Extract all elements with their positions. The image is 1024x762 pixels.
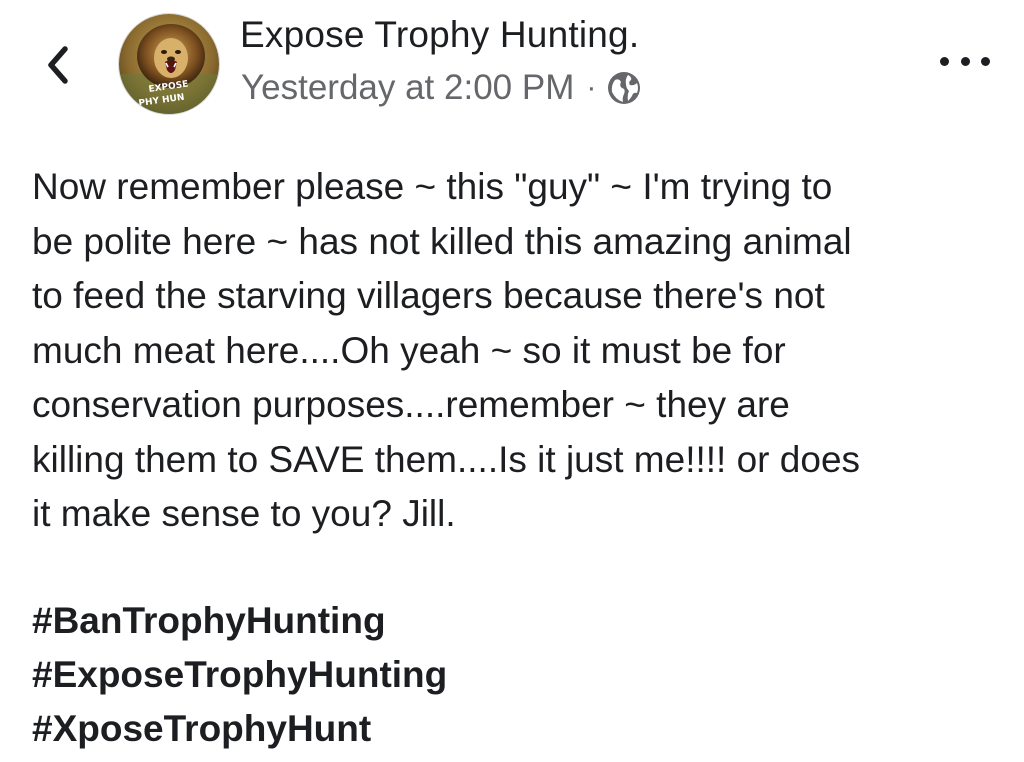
back-button[interactable] bbox=[38, 40, 78, 90]
lion-logo: EXPOSE PHY HUN bbox=[119, 14, 219, 114]
post-text-line: killing them to SAVE them....Is it just … bbox=[32, 438, 861, 480]
post-text-line: to feed the starving villagers because t… bbox=[32, 275, 825, 316]
more-horizontal-icon-dot bbox=[960, 56, 970, 66]
meta-separator: · bbox=[586, 71, 597, 104]
avatar[interactable]: EXPOSE PHY HUN bbox=[118, 13, 220, 115]
post-meta: Yesterday at 2:00 PM · bbox=[241, 68, 642, 108]
author-name[interactable]: Expose Trophy Hunting. bbox=[240, 14, 639, 56]
post-text: Now remember please ~ this "guy" ~ I'm t… bbox=[32, 160, 1002, 542]
post-text-line: it make sense to you? Jill. bbox=[32, 493, 456, 534]
hashtag-link[interactable]: #ExposeTrophyHunting bbox=[32, 648, 447, 702]
post-text-line: be polite here ~ has not killed this ama… bbox=[32, 220, 852, 262]
globe-icon[interactable] bbox=[606, 70, 642, 106]
chevron-left-icon bbox=[48, 46, 68, 84]
post-text-line: Now remember please ~ this "guy" ~ I'm t… bbox=[32, 166, 833, 207]
facebook-post: EXPOSE PHY HUN Expose Trophy Hunting. Ye… bbox=[0, 0, 1024, 762]
hashtag-link[interactable]: #BanTrophyHunting bbox=[32, 594, 447, 648]
post-text-line: much meat here....Oh yeah ~ so it must b… bbox=[32, 329, 786, 371]
hashtag-link[interactable]: #XposeTrophyHunt bbox=[32, 702, 447, 756]
post-text-line: conservation purposes....remember ~ they… bbox=[32, 384, 790, 425]
more-options-button[interactable] bbox=[940, 48, 990, 74]
more-horizontal-icon-dot bbox=[981, 56, 990, 66]
post-timestamp[interactable]: Yesterday at 2:00 PM bbox=[241, 68, 574, 108]
more-horizontal-icon-dot bbox=[940, 56, 949, 66]
hashtag-list: #BanTrophyHunting #ExposeTrophyHunting #… bbox=[32, 594, 447, 756]
